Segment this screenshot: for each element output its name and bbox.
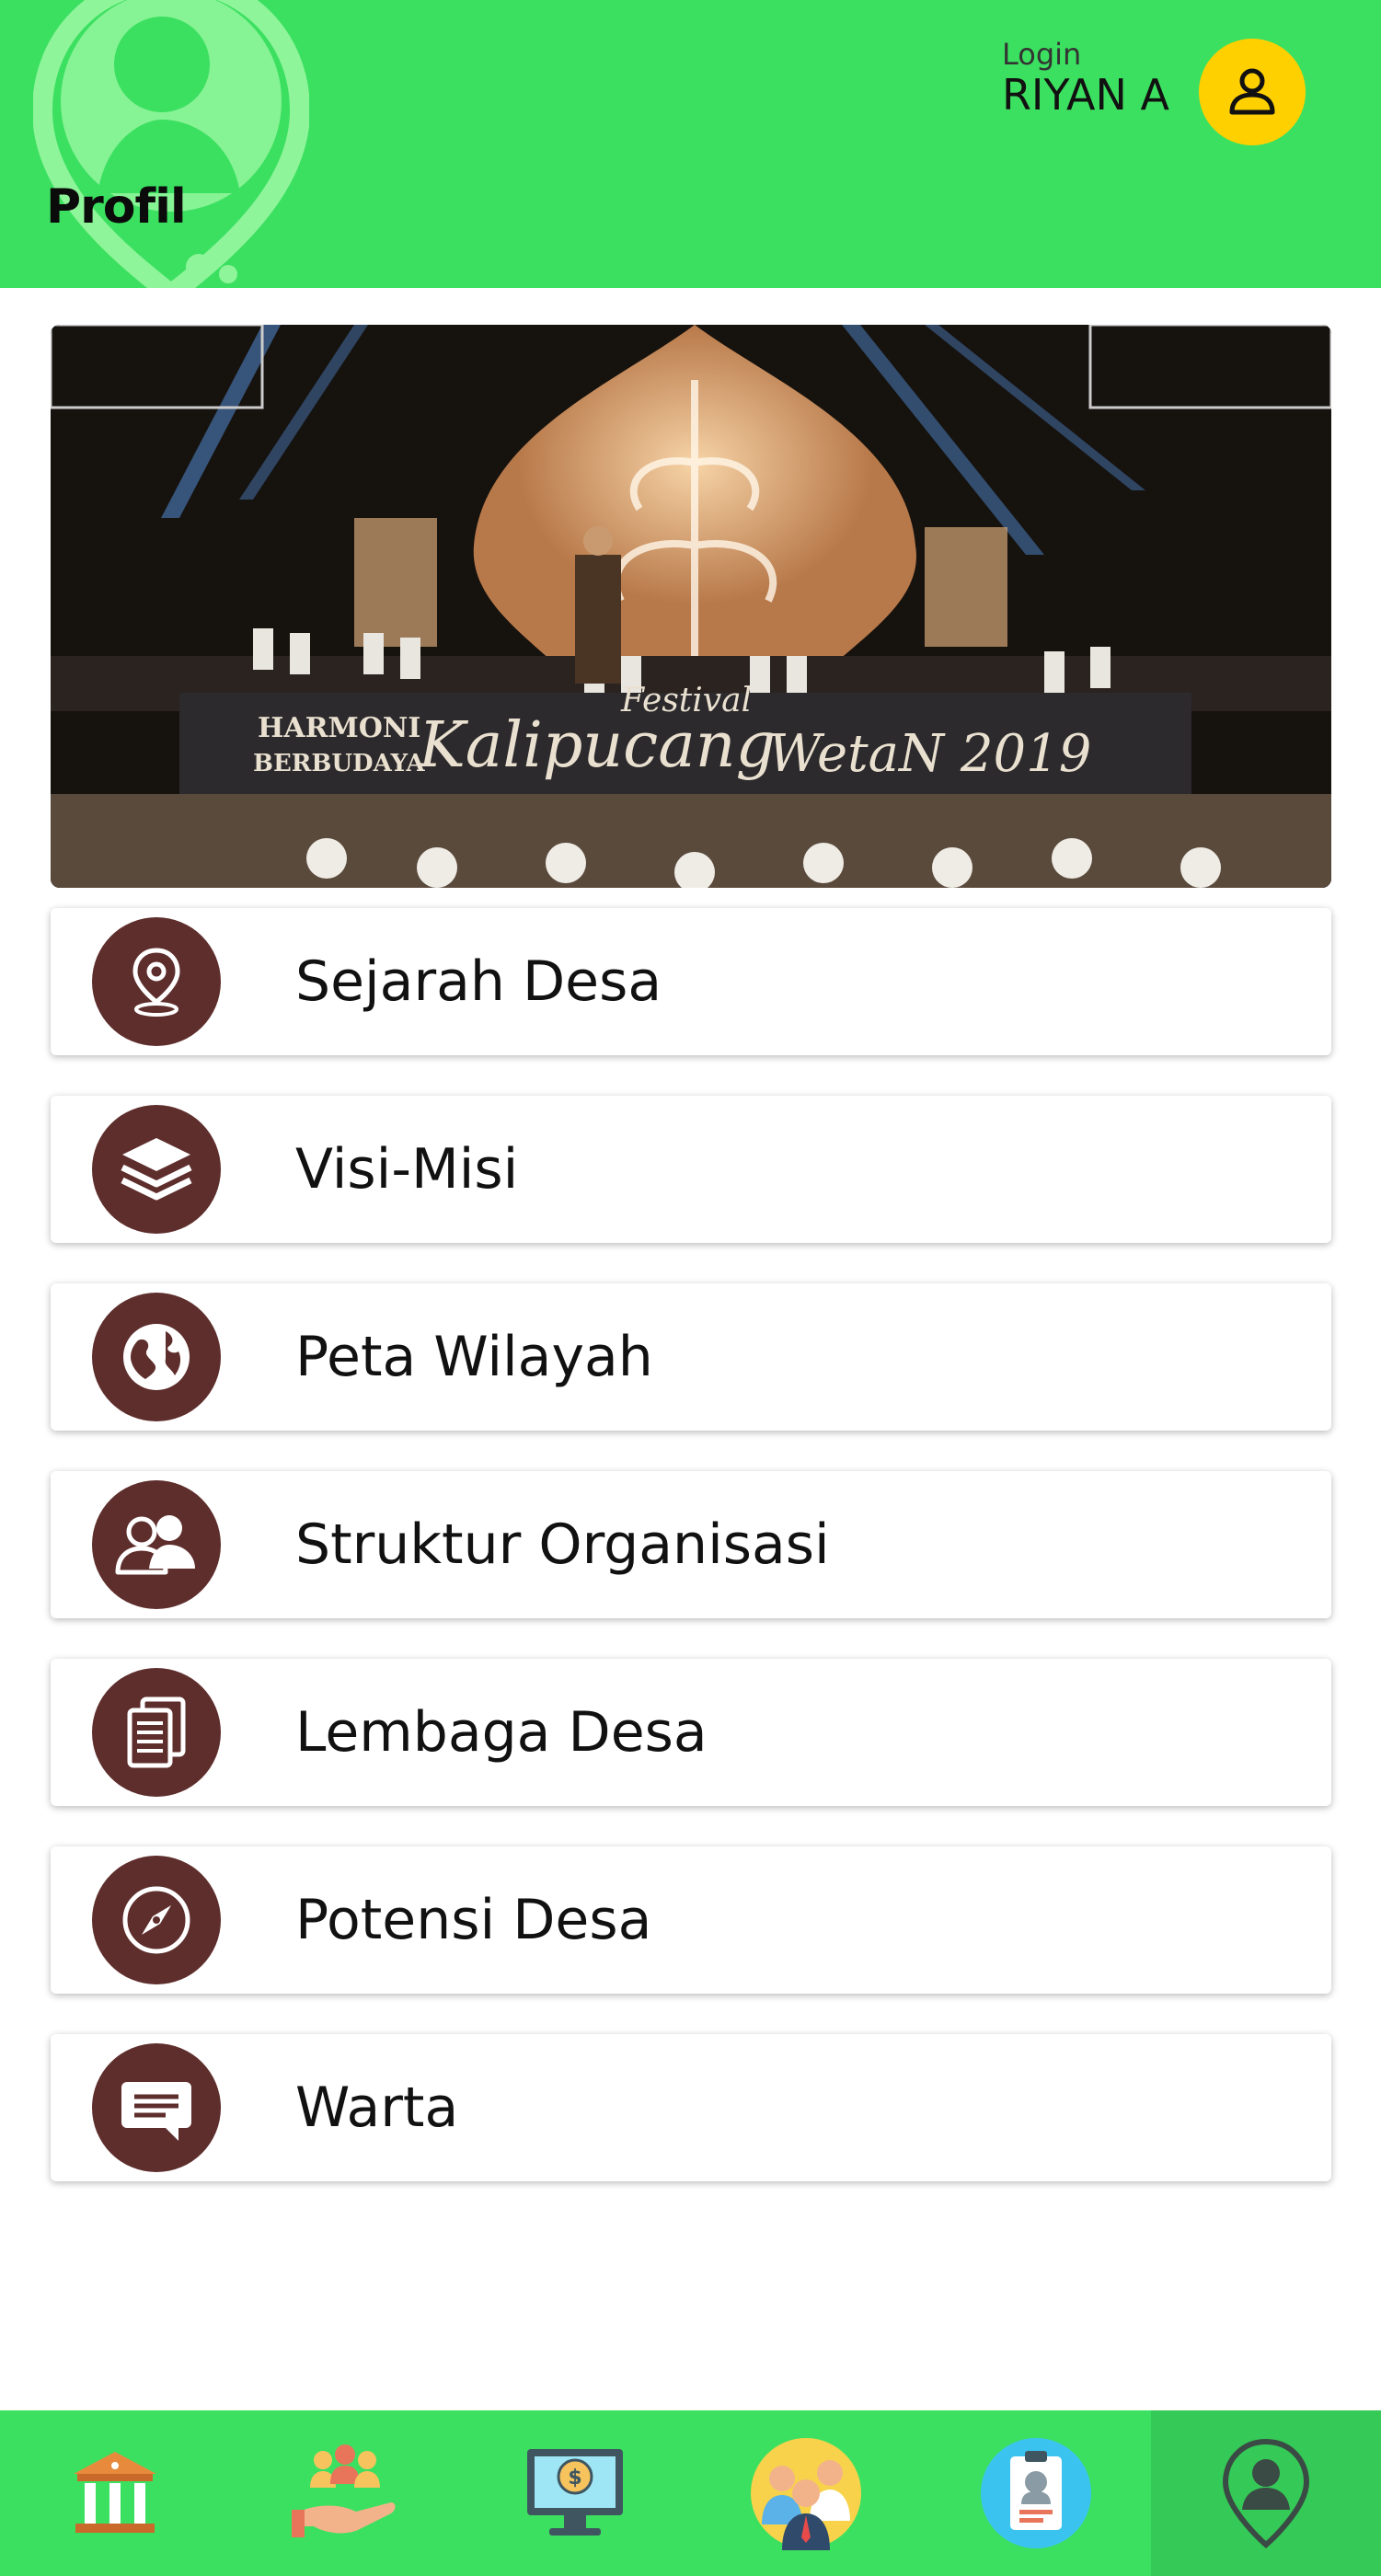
menu-item-struktur-organisasi[interactable]: Struktur Organisasi [51,1471,1331,1618]
nav-item-finance[interactable]: $ [460,2410,690,2576]
officials-group-icon [750,2438,861,2550]
page-title: Profil [46,179,187,235]
banner-image: HARMONI BERBUDAYA Festival Kalipucang We… [51,325,1331,888]
banner-text-wetan: WetaN 2019 [768,724,1091,784]
nav-item-id-card[interactable] [921,2410,1151,2576]
menu-label-sejarah-desa: Sejarah Desa [295,949,662,1014]
people-icon [92,1480,221,1609]
nav-item-profile[interactable] [1150,2410,1381,2576]
compass-icon [92,1856,221,1984]
documents-icon [92,1668,221,1797]
menu-label-struktur-organisasi: Struktur Organisasi [295,1512,830,1577]
menu-item-peta-wilayah[interactable]: Peta Wilayah [51,1283,1331,1431]
menu-label-potensi-desa: Potensi Desa [295,1888,652,1952]
account-button[interactable] [1199,39,1306,145]
bank-building-icon [74,2452,157,2533]
message-icon [92,2043,221,2172]
bottom-navigation: $ [0,2410,1381,2576]
nav-item-officials[interactable] [691,2410,921,2576]
nav-item-home[interactable] [0,2410,230,2576]
nav-item-community[interactable] [230,2410,460,2576]
profile-menu: Sejarah Desa Visi-Misi Peta Wilayah Stru… [51,908,1331,2222]
login-label: Login [1001,37,1082,72]
menu-label-warta: Warta [295,2076,459,2140]
festival-stage-photo: HARMONI BERBUDAYA Festival Kalipucang We… [51,325,1331,888]
banner-text-berbudaya: BERBUDAYA [253,750,425,777]
user-name: RIYAN A [1001,70,1169,120]
menu-item-visi-misi[interactable]: Visi-Misi [51,1096,1331,1243]
menu-item-sejarah-desa[interactable]: Sejarah Desa [51,908,1331,1055]
menu-label-peta-wilayah: Peta Wilayah [295,1325,653,1389]
user-icon [1229,68,1275,115]
community-hand-icon [292,2444,396,2537]
app-header: Profil Login RIYAN A [0,0,1381,288]
profile-location-icon [1222,2438,1309,2548]
menu-label-lembaga-desa: Lembaga Desa [295,1700,708,1765]
login-info: Login RIYAN A [1002,37,1169,120]
globe-icon [92,1293,221,1421]
menu-item-warta[interactable]: Warta [51,2034,1331,2181]
monitor-money-icon: $ [527,2449,624,2536]
profile-location-logo-icon [33,0,309,288]
menu-item-potensi-desa[interactable]: Potensi Desa [51,1846,1331,1994]
svg-text:$: $ [569,2467,582,2490]
layers-icon [92,1105,221,1234]
menu-label-visi-misi: Visi-Misi [295,1137,519,1202]
id-card-icon [980,2438,1091,2548]
menu-item-lembaga-desa[interactable]: Lembaga Desa [51,1659,1331,1806]
banner-text-kalipucang: Kalipucang [417,709,776,782]
location-pin-icon [92,917,221,1046]
banner-text-harmoni: HARMONI [258,712,420,744]
